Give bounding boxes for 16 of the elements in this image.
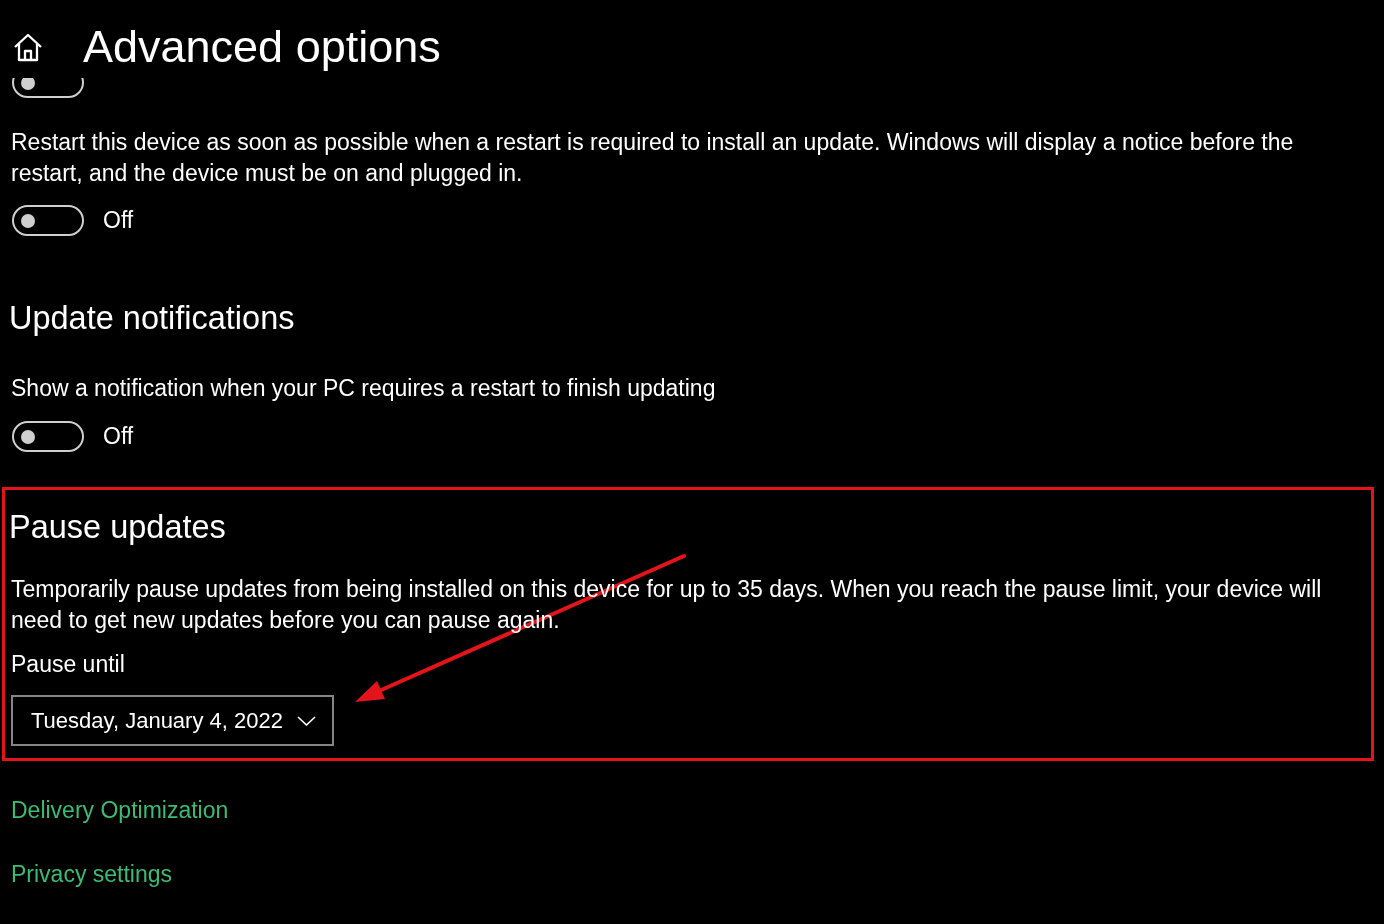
toggle-switch[interactable] [12, 78, 84, 98]
setting-description: Show a notification when your PC requires a restart to finish updating [11, 374, 717, 403]
section-heading: Update notifications [9, 299, 296, 338]
toggle-switch[interactable] [12, 205, 84, 236]
toggle-state-label: Off [103, 422, 134, 451]
page-title: Advanced options [83, 22, 441, 72]
field-label: Pause until [11, 650, 126, 679]
toggle-state-label: Off [103, 206, 134, 235]
settings-link[interactable]: Delivery Optimization [11, 795, 229, 826]
toggle-switch[interactable] [12, 421, 84, 452]
settings-link[interactable]: Privacy settings [11, 859, 173, 890]
section-heading: Pause updates [9, 508, 227, 547]
setting-description: Restart this device as soon as possible when a restart is required to install an update. Windows will display a notice before the restart, and the device must be on and plugged in. [11, 128, 1295, 188]
home-icon[interactable] [13, 32, 43, 62]
date-dropdown[interactable]: Tuesday, January 4, 2022 [11, 695, 334, 746]
chevron-down-icon [297, 715, 316, 726]
